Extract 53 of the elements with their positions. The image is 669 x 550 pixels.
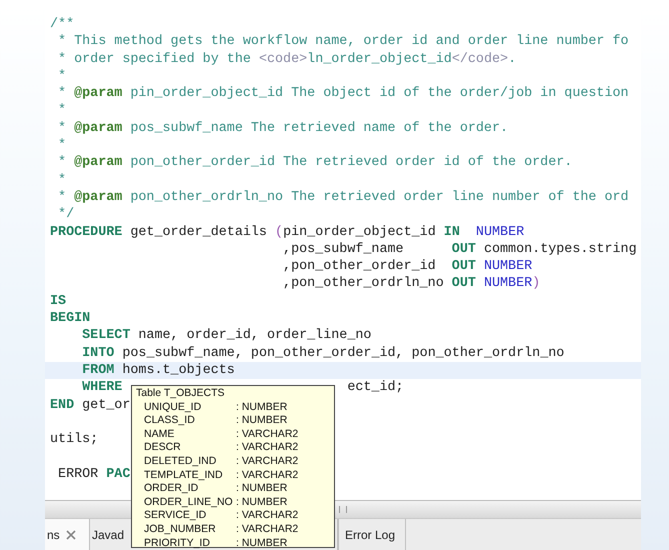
- column-name: ORDER_LINE_NO: [144, 496, 234, 510]
- code-line: ect_id;: [347, 380, 404, 396]
- scrollbar-grip-icon[interactable]: [339, 506, 347, 513]
- column-type: : VARCHAR2: [236, 468, 300, 482]
- code-line: BEGIN: [50, 311, 90, 326]
- column-name: DELETED_IND: [144, 454, 218, 469]
- column-type: : NUMBER: [236, 482, 288, 496]
- view-tab[interactable]: Error Log: [338, 519, 406, 550]
- column-name: JOB_NUMBER: [144, 522, 217, 537]
- code-line: * This method gets the workflow name, order id and order line number fo: [57, 34, 629, 50]
- code-line: WHERE: [81, 380, 122, 396]
- code-line: ,pon_other_order_id OUT NUMBER: [282, 259, 532, 274]
- code-line: INTO pos_subwf_name, pon_other_order_id, pon_other_ordrln_no: [81, 346, 564, 361]
- code-line: *: [57, 172, 66, 188]
- code-line: utils;: [50, 432, 98, 448]
- column-type: : VARCHAR2: [236, 441, 300, 455]
- code-line: SELECT name, order_id, order_line_no: [81, 328, 372, 344]
- code-line: * order specified by the <code>ln_order_object_id</code>.: [57, 52, 516, 67]
- close-icon[interactable]: [66, 530, 76, 540]
- code-line: FROM homs.t_objects: [81, 362, 235, 378]
- column-type: : VARCHAR2: [236, 428, 300, 442]
- column-name: SERVICE_ID: [144, 509, 208, 523]
- code-line: *: [57, 103, 66, 118]
- code-line: * @param pos_subwf_name The retrieved name of the order.: [57, 120, 508, 136]
- code-line: * @param pon_other_ordrln_no The retrieved order line number of the ord: [57, 190, 629, 205]
- code-line: *: [57, 138, 66, 154]
- column-name: DESCR: [144, 441, 182, 455]
- column-name: UNIQUE_ID: [144, 400, 202, 414]
- view-tab[interactable]: ns: [45, 519, 90, 550]
- column-type: : NUMBER: [236, 536, 288, 550]
- code-line: PROCEDURE get_order_details (pin_order_object_id IN NUMBER: [50, 224, 524, 240]
- column-type: : VARCHAR2: [236, 509, 300, 523]
- column-name: TEMPLATE_IND: [144, 468, 224, 482]
- column-type: : NUMBER: [236, 400, 288, 414]
- column-type: : VARCHAR2: [236, 522, 300, 537]
- code-line: * @param pon_other_order_id The retrieved order id of the order.: [57, 155, 572, 170]
- column-type: : NUMBER: [236, 414, 288, 428]
- code-line: ,pos_subwf_name OUT common.types.string: [282, 242, 637, 257]
- tooltip-title: Table T_OBJECTS: [136, 387, 226, 401]
- column-type: : NUMBER: [236, 496, 288, 510]
- code-line: *: [57, 68, 66, 84]
- column-name: CLASS_ID: [144, 414, 196, 428]
- column-type: : VARCHAR2: [236, 454, 300, 469]
- code-line: IS: [50, 294, 66, 309]
- code-line: ,pon_other_ordrln_no OUT NUMBER): [282, 276, 540, 292]
- code-line: */: [57, 207, 74, 222]
- code-line: /**: [50, 17, 74, 32]
- code-line: ERROR PAC: [57, 466, 130, 482]
- code-line: END get_or: [50, 398, 130, 413]
- column-name: PRIORITY_ID: [144, 536, 211, 550]
- code-line: * @param pin_order_object_id The object id of the order/job in question: [57, 86, 629, 102]
- column-name: NAME: [144, 428, 176, 442]
- column-name: ORDER_ID: [144, 482, 200, 496]
